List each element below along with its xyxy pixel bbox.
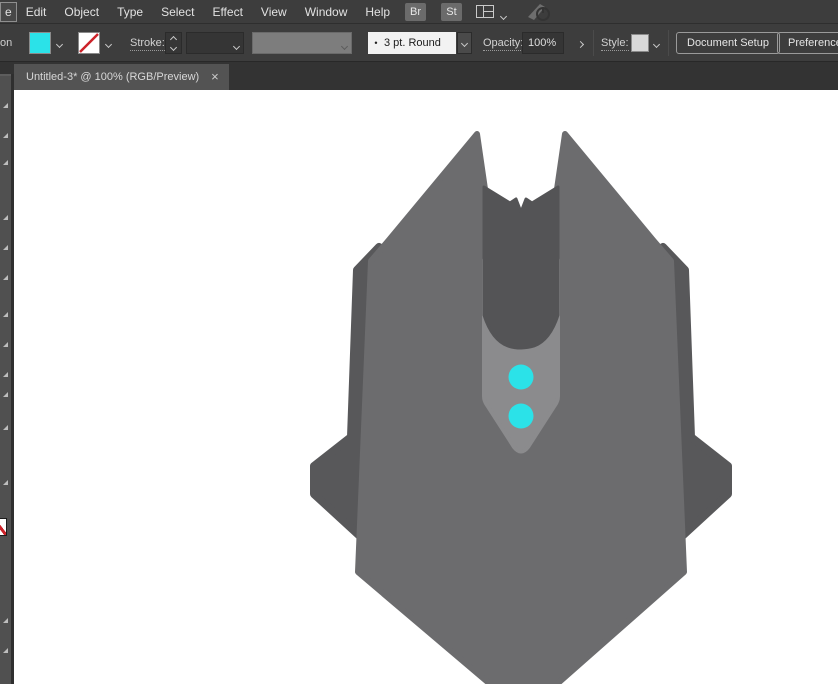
brush-preview-icon: • <box>368 38 384 48</box>
chevron-down-icon[interactable] <box>501 8 506 22</box>
tool-flyout-triangle <box>3 372 8 377</box>
tool-flyout-triangle <box>3 160 8 165</box>
opacity-field[interactable]: 100% <box>522 32 564 54</box>
opacity-label[interactable]: Opacity: <box>483 37 523 51</box>
menu-view[interactable]: View <box>252 1 296 23</box>
width-profile-chevron-icon <box>342 40 347 52</box>
stepper-up-icon[interactable] <box>170 35 177 42</box>
style-label[interactable]: Style: <box>601 37 629 51</box>
tool-flyout-triangle <box>3 342 8 347</box>
tool-flyout-triangle <box>3 103 8 108</box>
document-tab[interactable]: Untitled-3* @ 100% (RGB/Preview) × <box>14 64 229 90</box>
selection-label-partial: on <box>0 37 14 49</box>
tool-flyout-triangle <box>3 275 8 280</box>
tool-flyout-triangle <box>3 215 8 220</box>
brush-definition-chevron[interactable] <box>457 32 472 54</box>
preferences-button[interactable]: Preferences <box>777 32 838 54</box>
tool-flyout-triangle <box>3 425 8 430</box>
stroke-weight-stepper[interactable] <box>165 32 182 54</box>
arrange-documents-icon[interactable] <box>476 5 494 21</box>
style-chevron-icon[interactable] <box>654 38 659 50</box>
document-tab-title: Untitled-3* @ 100% (RGB/Preview) <box>26 71 199 83</box>
stroke-weight-label[interactable]: Stroke: <box>130 37 165 51</box>
brush-definition-combo[interactable]: • 3 pt. Round <box>368 32 456 54</box>
tool-flyout-triangle <box>3 312 8 317</box>
document-setup-button[interactable]: Document Setup <box>676 32 780 54</box>
separator <box>668 30 669 56</box>
opacity-expand-icon[interactable] <box>578 38 583 50</box>
menu-object[interactable]: Object <box>55 1 108 23</box>
tool-flyout-triangle <box>3 480 8 485</box>
artboard-canvas[interactable] <box>14 90 838 684</box>
tool-flyout-triangle <box>3 133 8 138</box>
fill-color-swatch[interactable] <box>29 32 51 54</box>
menu-select[interactable]: Select <box>152 1 203 23</box>
power-icon <box>526 2 552 22</box>
menu-effect[interactable]: Effect <box>203 1 251 23</box>
mouse-led-button-top[interactable] <box>509 365 534 390</box>
menu-window[interactable]: Window <box>296 1 357 23</box>
toolbar-sliver[interactable] <box>0 74 14 684</box>
stepper-down-icon[interactable] <box>170 43 177 50</box>
tool-flyout-triangle <box>3 245 8 250</box>
tool-flyout-triangle <box>3 648 8 653</box>
close-icon[interactable]: × <box>211 71 219 83</box>
toolbar-top-edge <box>0 74 11 76</box>
tab-bar: Untitled-3* @ 100% (RGB/Preview) × <box>0 62 838 90</box>
separator <box>593 30 594 56</box>
width-profile-dropdown[interactable] <box>252 32 352 54</box>
stroke-color-swatch[interactable] <box>78 32 100 54</box>
control-bar: on Stroke: • 3 pt. Round Opaci <box>0 24 838 62</box>
illustrator-window: e Edit Object Type Select Effect View Wi… <box>0 0 838 684</box>
mouse-artwork <box>14 90 838 684</box>
style-swatch[interactable] <box>631 34 649 52</box>
toolbar-stroke-indicator-partial[interactable] <box>0 518 7 536</box>
stock-button[interactable]: St <box>441 3 462 21</box>
stroke-none-diagonal <box>0 519 6 535</box>
menu-help[interactable]: Help <box>356 1 399 23</box>
tool-flyout-triangle <box>3 392 8 397</box>
fill-chevron-icon[interactable] <box>57 38 62 50</box>
menu-type[interactable]: Type <box>108 1 152 23</box>
menu-edit[interactable]: Edit <box>17 1 56 23</box>
stroke-weight-combo[interactable] <box>186 32 244 54</box>
tool-flyout-triangle <box>3 618 8 623</box>
bridge-button[interactable]: Br <box>405 3 426 21</box>
mouse-led-button-bottom[interactable] <box>509 404 534 429</box>
menu-file-partial[interactable]: e <box>0 2 17 22</box>
stroke-weight-chevron-icon[interactable] <box>234 40 239 52</box>
stroke-chevron-icon[interactable] <box>106 38 111 50</box>
brush-definition-value: 3 pt. Round <box>384 37 441 49</box>
menu-bar: e Edit Object Type Select Effect View Wi… <box>0 0 838 24</box>
